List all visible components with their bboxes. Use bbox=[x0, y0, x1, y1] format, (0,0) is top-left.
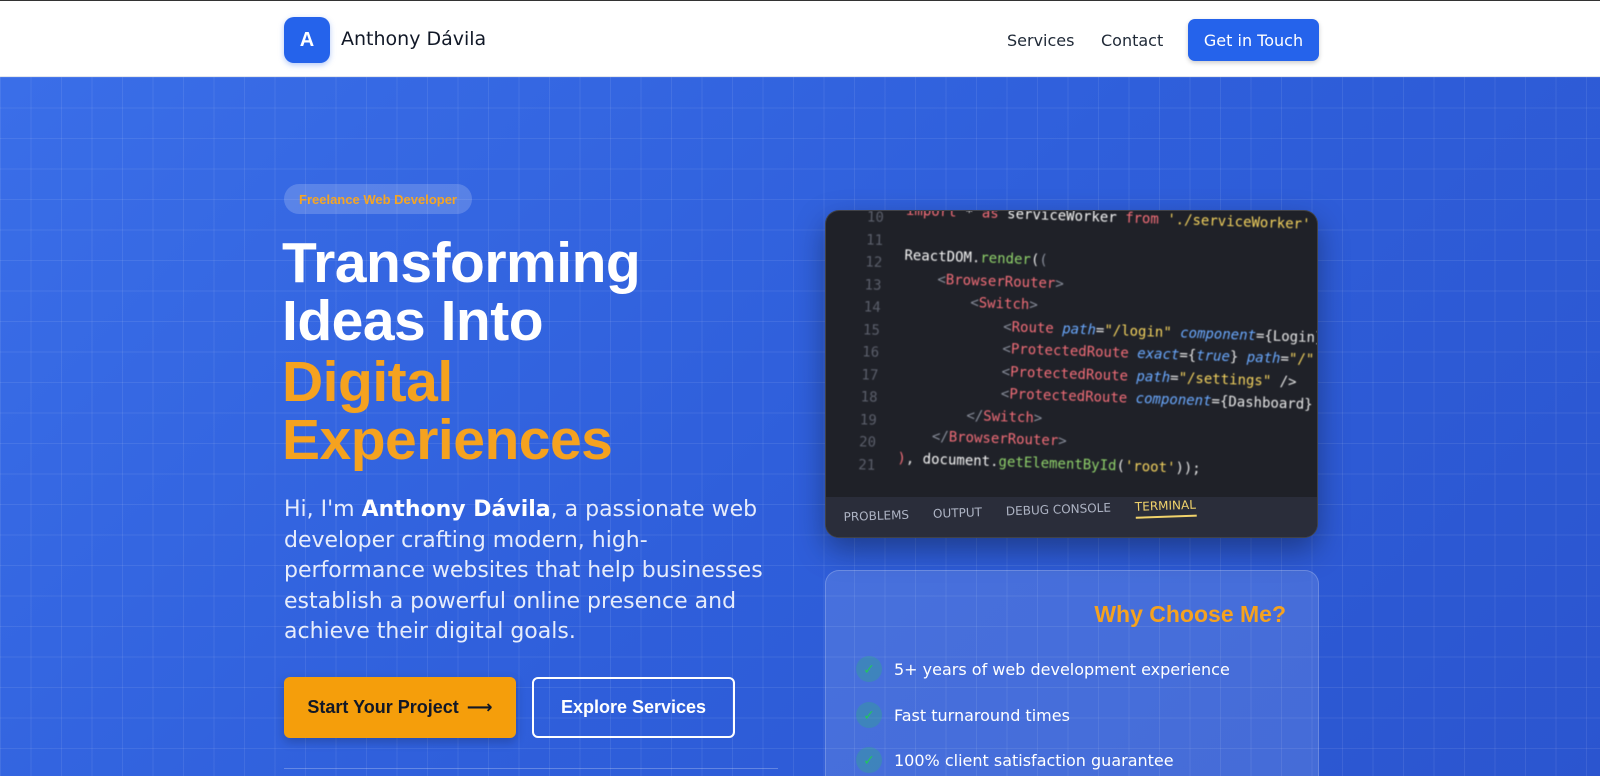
hero-section: Freelance Web Developer Transforming Ide… bbox=[0, 77, 1600, 776]
why-item-label: 100% client satisfaction guarantee bbox=[894, 750, 1174, 770]
line-number: 11 bbox=[865, 231, 884, 249]
why-item-label: Fast turnaround times bbox=[894, 705, 1070, 725]
line-number: 20 bbox=[858, 434, 877, 451]
brand-name[interactable]: Anthony Dávila bbox=[341, 28, 486, 50]
why-item: ✓ 100% client satisfaction guarantee bbox=[856, 746, 1174, 774]
intro-prefix: Hi, I'm bbox=[284, 497, 362, 522]
editor-panel-tabs: PROBLEMS OUTPUT DEBUG CONSOLE TERMINAL bbox=[843, 497, 1197, 529]
line-number: 19 bbox=[859, 411, 878, 429]
line-number: 18 bbox=[860, 389, 878, 406]
why-choose-card: Why Choose Me? ✓ 5+ years of web develop… bbox=[825, 570, 1319, 776]
line-number: 12 bbox=[865, 254, 883, 271]
headline-line-2: Ideas Into bbox=[282, 289, 544, 353]
tab-problems: PROBLEMS bbox=[843, 507, 910, 525]
start-project-label: Start Your Project bbox=[307, 697, 459, 717]
line-number: 15 bbox=[862, 321, 881, 339]
why-item: ✓ 5+ years of web development experience bbox=[856, 655, 1230, 683]
line-number: 16 bbox=[861, 344, 880, 361]
grid-background bbox=[0, 77, 1600, 776]
get-in-touch-button[interactable]: Get in Touch bbox=[1188, 19, 1319, 61]
headline-line-1: Transforming bbox=[282, 231, 641, 295]
line-number: 13 bbox=[864, 276, 882, 294]
nav-link-services[interactable]: Services bbox=[1007, 31, 1074, 50]
intro-name: Anthony Dávila bbox=[361, 497, 551, 522]
why-title: Why Choose Me? bbox=[1094, 601, 1286, 627]
code-editor-image: 10 11 12 13 14 15 16 17 18 19 20 21 import * as ser… bbox=[826, 210, 1318, 529]
logo-icon[interactable]: A bbox=[284, 17, 330, 63]
explore-services-button[interactable]: Explore Services bbox=[532, 677, 735, 738]
line-numbers: 10 11 12 13 14 15 16 17 18 19 20 21 bbox=[845, 210, 885, 477]
arrow-right-icon: ⟶ bbox=[466, 697, 493, 717]
role-badge: Freelance Web Developer bbox=[284, 184, 472, 214]
hero-intro: Hi, I'm Anthony Dávila, a passionate web… bbox=[284, 495, 774, 648]
headline-accent-line-1: Digital bbox=[282, 350, 453, 414]
navbar: A Anthony Dávila Services Contact Get in… bbox=[0, 0, 1600, 77]
why-item: ✓ Fast turnaround times bbox=[856, 701, 1070, 729]
check-icon: ✓ bbox=[856, 747, 882, 773]
code-lines: import * as serviceWorker from './servic… bbox=[897, 210, 1318, 477]
nav-link-contact[interactable]: Contact bbox=[1101, 31, 1163, 50]
headline-accent-line-2: Experiences bbox=[282, 408, 613, 472]
line-number: 10 bbox=[866, 210, 885, 227]
start-project-button[interactable]: Start Your Project ⟶ bbox=[284, 677, 516, 738]
line-number: 21 bbox=[858, 456, 876, 474]
editor-panel-bar: PROBLEMS OUTPUT DEBUG CONSOLE TERMINAL bbox=[826, 497, 1317, 537]
tab-output: OUTPUT bbox=[932, 505, 983, 521]
hero-divider bbox=[284, 768, 778, 769]
line-number: 17 bbox=[861, 366, 879, 384]
check-icon: ✓ bbox=[856, 656, 882, 682]
tab-debug-console: DEBUG CONSOLE bbox=[1005, 500, 1112, 519]
line-number: 14 bbox=[863, 299, 881, 316]
code-screenshot: 10 11 12 13 14 15 16 17 18 19 20 21 import * as ser… bbox=[825, 210, 1318, 538]
headline-accent: Digital Experiences bbox=[282, 353, 640, 469]
tab-terminal: TERMINAL bbox=[1134, 497, 1197, 519]
check-icon: ✓ bbox=[856, 702, 882, 728]
why-item-label: 5+ years of web development experience bbox=[894, 659, 1230, 679]
hero-headline: Transforming Ideas Into Digital Experien… bbox=[282, 231, 641, 469]
